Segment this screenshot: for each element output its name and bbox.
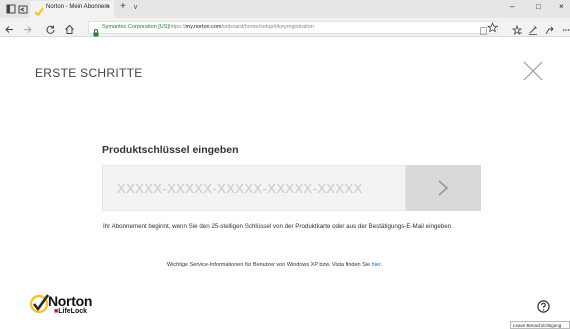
pen-icon[interactable] <box>528 22 538 40</box>
url-field[interactable]: Symantec Corporation [US] https://my.nor… <box>88 21 498 37</box>
browser-titlebar: Norton - Mein Abonnem × + ∨ – □ × <box>0 0 570 18</box>
tab-actions-icon[interactable] <box>6 4 16 14</box>
lock-icon <box>93 24 99 42</box>
norton-favicon-icon <box>34 4 44 17</box>
more-icon[interactable] <box>562 22 570 40</box>
tab-title: Norton - Mein Abonnem <box>46 4 110 10</box>
minimize-button[interactable]: – <box>510 3 514 11</box>
help-icon[interactable] <box>537 300 550 313</box>
windows-xp-link[interactable]: hier <box>372 262 381 268</box>
certificate-org: Symantec Corporation [US] <box>102 24 169 30</box>
product-key-heading: Produktschlüssel eingeben <box>102 144 239 156</box>
url-text: https://my.norton.com/onboard/home/setup… <box>169 24 314 30</box>
refresh-icon[interactable] <box>45 22 56 34</box>
submit-key-button[interactable] <box>406 165 481 211</box>
chevron-right-icon <box>438 180 449 196</box>
browser-address-bar: Symantec Corporation [US] https://my.nor… <box>0 18 570 37</box>
share-icon[interactable] <box>545 22 555 40</box>
page-title: ERSTE SCHRITTE <box>35 66 143 80</box>
product-key-input[interactable] <box>102 165 406 211</box>
logo-wordmark: Norton <box>48 293 93 309</box>
reading-view-icon[interactable] <box>480 22 487 40</box>
norton-lifelock-logo: Norton ■LifeLock <box>29 292 110 322</box>
tab-list-icon[interactable]: ∨ <box>133 4 138 11</box>
back-arrow-icon[interactable] <box>4 22 15 33</box>
logo-subtitle: ■LifeLock <box>54 308 88 315</box>
tab-close-icon[interactable]: × <box>106 4 110 11</box>
home-icon[interactable] <box>64 22 75 34</box>
maximize-button[interactable]: □ <box>536 3 541 11</box>
tab-back-icon[interactable] <box>18 4 28 14</box>
tooltip: Leave Benachrichtigung <box>510 321 570 329</box>
new-tab-button[interactable]: + <box>120 2 126 12</box>
favorite-star-icon[interactable] <box>486 20 499 38</box>
close-icon[interactable] <box>522 60 544 82</box>
favorites-hub-icon[interactable] <box>511 22 523 40</box>
windows-xp-info: Wichtige Service-Informationen für Benut… <box>167 262 383 268</box>
subscription-info-text: Ihr Abonnement beginnt, wenn Sie den 25-… <box>103 223 453 230</box>
forward-arrow-icon[interactable] <box>22 22 33 33</box>
window-close-button[interactable]: × <box>559 3 564 11</box>
browser-tab[interactable]: Norton - Mein Abonnem × <box>30 1 114 18</box>
